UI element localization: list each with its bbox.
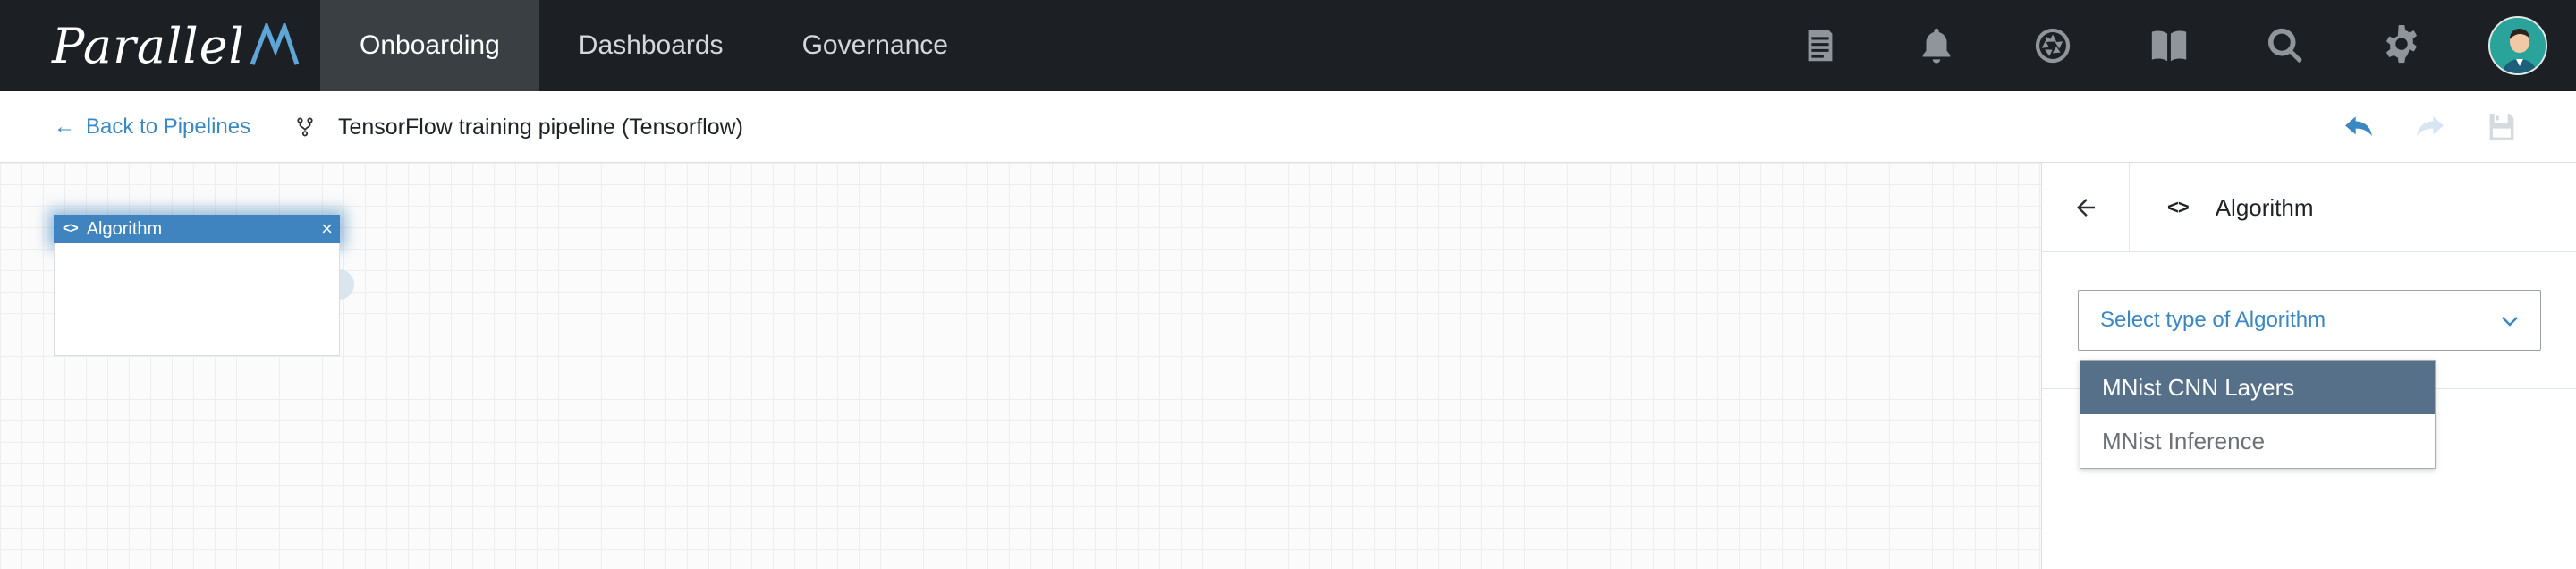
branch-icon xyxy=(297,117,313,137)
chevron-down-icon xyxy=(2502,317,2518,327)
pipeline-node[interactable]: <> Algorithm × xyxy=(54,215,340,356)
dropdown-option-mnist-inference[interactable]: MNist Inference xyxy=(2080,414,2435,468)
brand-name: Parallel xyxy=(52,17,245,74)
node-header[interactable]: <> Algorithm × xyxy=(54,215,340,243)
pipeline-canvas[interactable]: <> Algorithm × xyxy=(0,163,2041,569)
aperture-icon[interactable] xyxy=(1995,0,2111,91)
pipeline-title-text: TensorFlow training pipeline (Tensorflow… xyxy=(338,114,743,140)
panel-header: <> Algorithm xyxy=(2042,163,2576,252)
code-icon: <> xyxy=(2167,196,2190,218)
bell-icon[interactable] xyxy=(1878,0,1995,91)
main-nav: Onboarding Dashboards Governance xyxy=(320,0,987,91)
undo-icon xyxy=(2345,116,2372,136)
algorithm-type-select[interactable]: Select type of Algorithm xyxy=(2078,290,2541,351)
top-navbar: Parallel Onboarding Dashboards Governanc… xyxy=(0,0,2576,91)
panel-title-text: Algorithm xyxy=(2215,193,2314,221)
avatar xyxy=(2488,16,2547,75)
close-icon[interactable]: × xyxy=(321,215,333,243)
save-button[interactable] xyxy=(2481,106,2522,148)
pipeline-title: TensorFlow training pipeline (Tensorflow… xyxy=(295,91,743,163)
top-icon-bar xyxy=(1762,0,2576,91)
redo-button[interactable] xyxy=(2410,106,2451,148)
search-icon[interactable] xyxy=(2227,0,2343,91)
redo-icon xyxy=(2417,116,2444,136)
code-icon: <> xyxy=(63,221,79,236)
select-placeholder: Select type of Algorithm xyxy=(2100,308,2326,332)
back-to-pipelines-link[interactable]: ← Back to Pipelines xyxy=(54,91,250,163)
brand-mark-icon xyxy=(249,23,301,68)
arrow-left-icon: ← xyxy=(54,115,75,139)
tab-governance[interactable]: Governance xyxy=(763,0,987,91)
gear-icon[interactable] xyxy=(2343,0,2460,91)
dropdown-option-mnist-cnn-layers[interactable]: MNist CNN Layers xyxy=(2080,361,2435,414)
arrow-left-icon xyxy=(2076,199,2095,217)
save-icon xyxy=(2489,114,2514,140)
pipeline-toolbar: ← Back to Pipelines TensorFlow training … xyxy=(0,91,2576,163)
tab-onboarding[interactable]: Onboarding xyxy=(320,0,539,91)
undo-button[interactable] xyxy=(2338,106,2379,148)
algorithm-type-dropdown: MNist CNN Layers MNist Inference xyxy=(2080,360,2436,469)
panel-back-button[interactable] xyxy=(2042,163,2130,252)
properties-panel: <> Algorithm Select type of Algorithm MN… xyxy=(2041,163,2576,569)
node-title: Algorithm xyxy=(86,218,163,239)
brand-logo[interactable]: Parallel xyxy=(52,17,301,74)
user-menu[interactable] xyxy=(2460,0,2576,91)
back-label: Back to Pipelines xyxy=(86,115,251,139)
docs-icon[interactable] xyxy=(1762,0,1878,91)
panel-title: <> Algorithm xyxy=(2167,163,2314,252)
edit-actions xyxy=(2338,91,2522,163)
book-icon[interactable] xyxy=(2111,0,2227,91)
tab-dashboards[interactable]: Dashboards xyxy=(539,0,763,91)
node-body xyxy=(54,243,340,356)
